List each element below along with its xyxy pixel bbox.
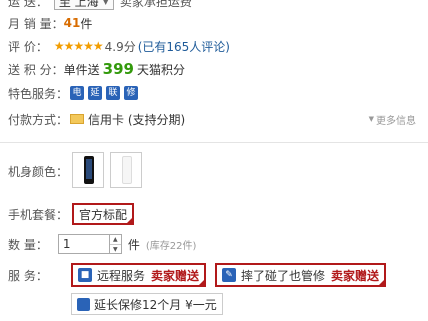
stock-count: (库存22件) xyxy=(145,240,197,252)
points-amount: 399 xyxy=(102,60,134,78)
shipping-fee-text: 卖家承担运费 xyxy=(119,0,192,9)
shipping-location-value: 至 上海 xyxy=(58,0,99,9)
remote-service-icon: ■ xyxy=(78,268,92,282)
service-label: 服 务： xyxy=(8,268,48,283)
service-option-remote[interactable]: ■ 远程服务 卖家赠送 xyxy=(71,263,207,287)
chevron-down-icon: ▼ xyxy=(102,0,109,6)
points-suffix: 天猫积分 xyxy=(136,62,185,77)
increase-icon[interactable]: ▲ xyxy=(110,235,121,244)
shipping-row: 运 送： 至 上海 ▼ 卖家承担运费 xyxy=(8,0,192,10)
package-option-official[interactable]: 官方标配 xyxy=(72,203,135,225)
monthly-sales-row: 月 销 量： 41 件 xyxy=(8,14,92,32)
quantity-stepper[interactable]: ▲ ▼ xyxy=(109,234,122,254)
review-count-link[interactable]: (已有165人评论) xyxy=(138,38,230,55)
warranty-label: 延长保修12个月 ¥一元 xyxy=(94,297,217,312)
color-option-white[interactable] xyxy=(110,152,142,188)
repair-service-icon[interactable]: 修 xyxy=(124,86,139,100)
quantity-label: 数 量： xyxy=(8,237,48,252)
more-info-text: 更多信息 xyxy=(376,115,416,127)
triangle-down-icon: ▼ xyxy=(368,115,374,123)
service-option-name: 远程服务 xyxy=(97,268,146,283)
rating-stars: ★★★★★ xyxy=(53,39,104,53)
shipping-location-select[interactable]: 至 上海 ▼ xyxy=(53,0,114,10)
phone-black-thumbnail xyxy=(84,156,94,184)
quantity-input[interactable]: 1 xyxy=(57,234,110,254)
service-option-drop-repair[interactable]: ✎ 摔了碰了也管修 卖家赠送 xyxy=(215,263,387,287)
repair-service-icon: ✎ xyxy=(222,268,236,282)
payment-row: 付款方式： 信用卡 (支持分期) ▼ 更多信息 xyxy=(8,110,420,128)
quantity-unit: 件 xyxy=(127,237,140,252)
credit-card-icon xyxy=(70,114,85,124)
service-option-name: 摔了碰了也管修 xyxy=(241,268,326,283)
service-option-extended-warranty[interactable]: 延长保修12个月 ¥一元 xyxy=(71,293,223,315)
points-row: 送 积 分： 单件送 399 天猫积分 xyxy=(8,60,185,78)
phone-white-thumbnail xyxy=(122,156,132,184)
electronic-invoice-icon[interactable]: 电 xyxy=(70,86,85,100)
payment-label: 付款方式： xyxy=(8,112,69,127)
monthly-sales-unit: 件 xyxy=(80,16,93,31)
package-option-label: 官方标配 xyxy=(79,207,128,222)
body-color-row: 机身颜色： xyxy=(8,162,68,180)
decrease-icon[interactable]: ▼ xyxy=(109,244,121,254)
rating-score: 4.9分 xyxy=(104,39,136,54)
special-services-label: 特色服务： xyxy=(8,86,69,101)
service-row: 服 务： xyxy=(8,266,48,284)
seller-gift-tag: 卖家赠送 xyxy=(151,268,200,283)
special-services-row: 特色服务： 电 延 联 修 xyxy=(8,84,139,102)
more-info-link[interactable]: ▼ 更多信息 xyxy=(369,112,416,127)
body-color-label: 机身颜色： xyxy=(8,164,69,179)
rating-row: 评 价： ★★★★★ 4.9分 (已有165人评论) xyxy=(8,37,230,55)
points-prefix: 单件送 xyxy=(63,62,100,77)
warranty-icon xyxy=(77,297,90,311)
monthly-sales-label: 月 销 量： xyxy=(8,16,64,31)
color-option-black[interactable] xyxy=(72,152,104,188)
monthly-sales-count: 41 xyxy=(63,16,81,30)
extended-warranty-icon[interactable]: 延 xyxy=(88,86,103,100)
section-divider xyxy=(0,142,428,143)
package-row: 手机套餐： 官方标配 xyxy=(8,203,135,225)
package-label: 手机套餐： xyxy=(8,207,69,222)
quantity-row: 数 量： 1 ▲ ▼ 件 (库存22件) xyxy=(8,234,197,254)
nationwide-warranty-icon[interactable]: 联 xyxy=(106,86,121,100)
shipping-label: 运 送： xyxy=(8,0,48,9)
seller-gift-tag: 卖家赠送 xyxy=(331,268,380,283)
payment-method: 信用卡 (支持分期) xyxy=(88,112,186,127)
points-label: 送 积 分： xyxy=(8,62,64,77)
rating-label: 评 价： xyxy=(8,39,48,54)
